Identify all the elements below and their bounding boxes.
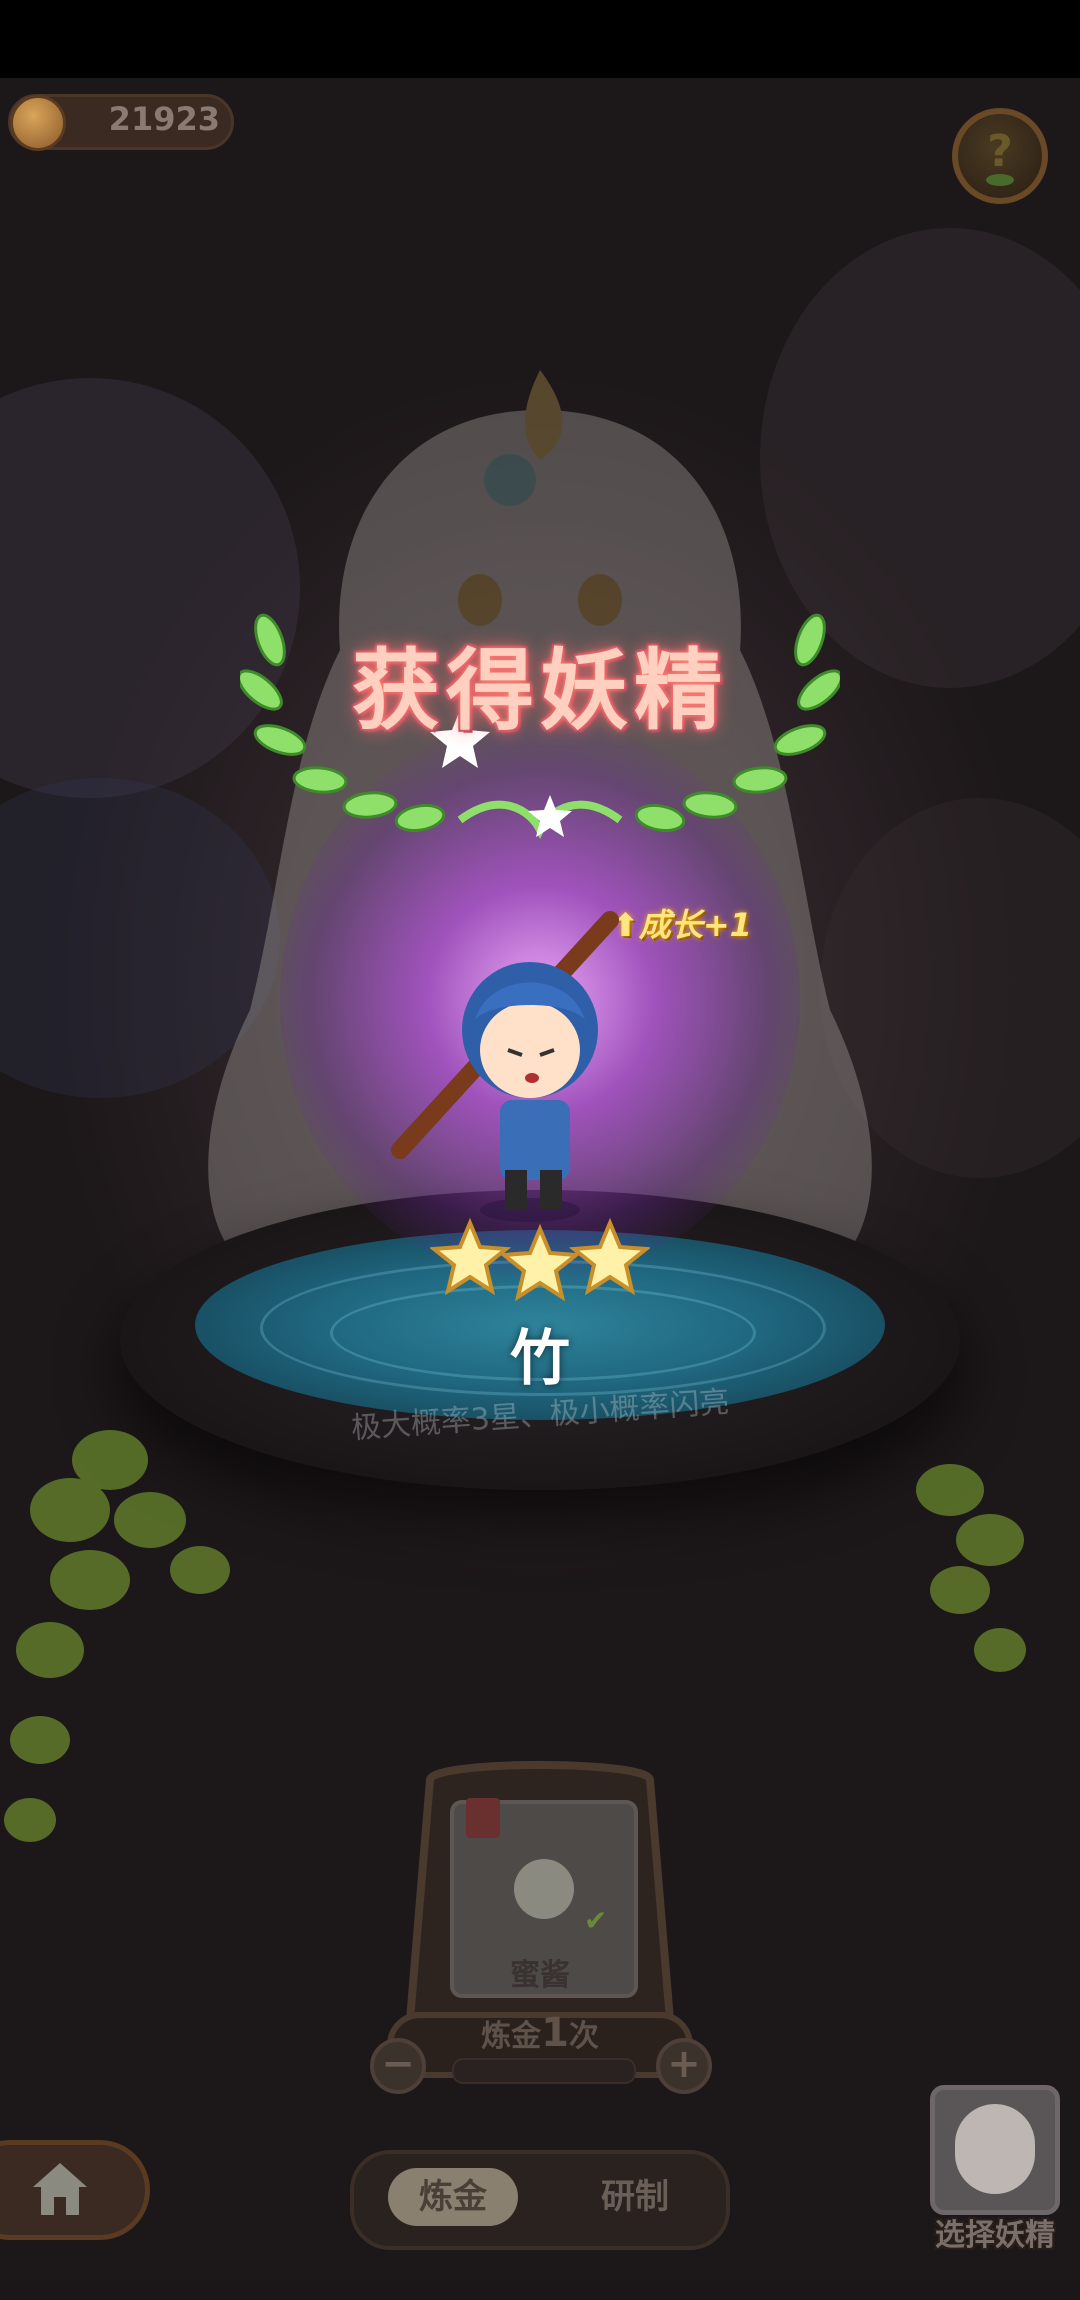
alchemy-count-suffix: 次 [568,2019,599,2054]
fairy-character [391,911,619,1222]
alchemy-count-prefix: 炼金 [481,2019,542,2054]
currency-value: 21923 [108,100,220,138]
alchemy-count: 炼金1次 [440,2010,640,2056]
decrease-button[interactable]: − [370,2038,426,2094]
alchemy-progress-bar [452,2058,636,2084]
crown-coin-icon [10,95,66,151]
vine-decoration-right [916,1464,1026,1672]
tab-alchemy[interactable]: 炼金 [388,2168,518,2226]
recipe-tag-icon [466,1798,500,1838]
honey-jar-icon [514,1859,574,1919]
recipe-card-label: 蜜酱 [510,1958,570,1993]
star-rating [430,1217,650,1302]
star-icon [568,1217,650,1296]
star-icon [430,1217,512,1296]
tab-research[interactable]: 研制 [570,2168,700,2226]
select-fairy-label: 选择妖精 [935,2218,1055,2253]
fairy-name: 竹 [510,1324,570,1394]
result-title: 获得妖精 [351,639,728,742]
star-icon [498,1223,582,1302]
alchemy-count-value: 1 [541,2010,569,2056]
vine-decoration-left [4,1430,230,1842]
svg-text:?: ? [987,126,1013,177]
increase-button[interactable]: + [656,2038,712,2094]
fairy-avatar [955,2104,1035,2194]
status-bar [0,0,1080,78]
home-icon [33,2163,87,2215]
select-fairy-button[interactable] [930,2085,1060,2215]
home-button[interactable] [0,2140,150,2240]
help-button[interactable]: ? [952,108,1048,204]
check-icon: ✔ [584,1904,608,1937]
question-mark-icon: ? [986,126,1014,186]
